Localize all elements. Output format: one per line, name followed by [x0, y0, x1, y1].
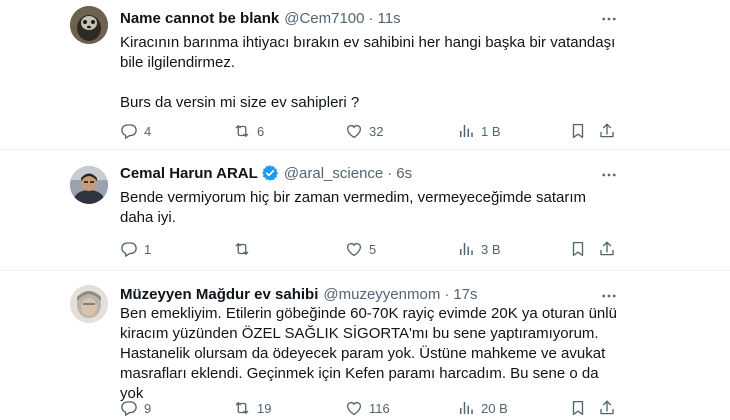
views-count: 20 B: [481, 400, 508, 416]
share-button[interactable]: [596, 238, 618, 260]
repost-icon: [233, 240, 251, 258]
share-icon: [598, 399, 616, 417]
more-icon: [600, 166, 618, 184]
like-icon: [345, 240, 363, 258]
tweet-line: Ben emekliyim. Etilerin göbeğinde 60-70K…: [120, 305, 617, 322]
tweet-line: Bende vermiyorum hiç bir zaman vermedim,…: [120, 189, 586, 206]
repost-icon: [233, 399, 251, 417]
avatar[interactable]: [70, 166, 108, 204]
tweet-header: Müzeyyen Mağdur ev sahibi @muzeyyenmom ·…: [120, 286, 478, 303]
like-icon: [345, 399, 363, 417]
user-handle[interactable]: @Cem7100: [284, 10, 364, 27]
repost-button[interactable]: [233, 238, 257, 260]
tweet-line: Burs da versin mi size ev sahipleri ?: [120, 94, 360, 111]
display-name[interactable]: Cemal Harun ARAL: [120, 165, 258, 182]
repost-button[interactable]: 6: [233, 120, 264, 142]
share-icon: [598, 240, 616, 258]
like-button[interactable]: 116: [345, 397, 390, 419]
timestamp[interactable]: 17s: [453, 286, 477, 303]
tweet-header: Cemal Harun ARAL @aral_science · 6s: [120, 164, 412, 182]
tweet[interactable]: Cemal Harun ARAL @aral_science · 6s Bend…: [0, 150, 730, 271]
share-icon: [598, 122, 616, 140]
views-button[interactable]: 3 B: [457, 238, 501, 260]
tweet-line: daha iyi.: [120, 209, 176, 226]
reply-count: 4: [144, 123, 152, 139]
reply-button[interactable]: 4: [120, 120, 151, 142]
tweet-text: Bende vermiyorum hiç bir zaman vermedim,…: [120, 188, 620, 228]
verified-badge-icon: [261, 165, 278, 181]
views-icon: [457, 399, 475, 417]
user-handle[interactable]: @muzeyyenmom: [323, 286, 440, 303]
reply-button[interactable]: 9: [120, 397, 151, 419]
avatar[interactable]: [70, 6, 108, 44]
like-count: 5: [369, 241, 377, 257]
avatar[interactable]: [70, 285, 108, 323]
like-icon: [345, 122, 363, 140]
share-button[interactable]: [596, 120, 618, 142]
display-name[interactable]: Name cannot be blank: [120, 10, 279, 27]
tweet-line: Hastanelik olursam da ödeyecek param yok…: [120, 345, 606, 362]
reply-icon: [120, 240, 138, 258]
reply-count: 9: [144, 400, 152, 416]
bookmark-icon: [569, 399, 587, 417]
separator-dot: ·: [444, 286, 450, 303]
tweet[interactable]: Name cannot be blank @Cem7100 · 11s Kira…: [0, 0, 730, 150]
action-bar: 9 19 116 20 B: [115, 397, 625, 419]
share-button[interactable]: [596, 397, 618, 419]
bookmark-icon: [569, 122, 587, 140]
bookmark-icon: [569, 240, 587, 258]
tweet-line: [120, 73, 620, 93]
display-name[interactable]: Müzeyyen Mağdur ev sahibi: [120, 286, 318, 303]
like-button[interactable]: 32: [345, 120, 383, 142]
more-button[interactable]: [598, 164, 620, 186]
tweet[interactable]: Müzeyyen Mağdur ev sahibi @muzeyyenmom ·…: [0, 271, 730, 420]
views-icon: [457, 122, 475, 140]
repost-count: 19: [257, 400, 272, 416]
more-icon: [600, 287, 618, 305]
timestamp[interactable]: 6s: [396, 165, 412, 182]
tweet-line: Kiracının barınma ihtiyacı bırakın ev sa…: [120, 34, 616, 51]
like-count: 116: [369, 400, 390, 416]
separator-dot: ·: [387, 164, 393, 182]
views-button[interactable]: 1 B: [457, 120, 501, 142]
bookmark-button[interactable]: [567, 238, 589, 260]
action-bar: 4 6 32 1 B: [115, 120, 625, 142]
views-count: 1 B: [481, 123, 501, 139]
like-count: 32: [369, 123, 384, 139]
action-bar: 1 5 3 B: [115, 238, 625, 260]
bookmark-button[interactable]: [567, 397, 589, 419]
tweet-text: Kiracının barınma ihtiyacı bırakın ev sa…: [120, 33, 620, 113]
more-button[interactable]: [598, 8, 620, 30]
reply-icon: [120, 399, 138, 417]
timestamp[interactable]: 11s: [378, 10, 401, 27]
views-button[interactable]: 20 B: [457, 397, 508, 419]
reply-button[interactable]: 1: [120, 238, 151, 260]
user-handle[interactable]: @aral_science: [284, 165, 383, 182]
tweet-line: kiracım yüzünden ÖZEL SAĞLIK SİGORTA'mı …: [120, 325, 599, 342]
tweet-text: Ben emekliyim. Etilerin göbeğinde 60-70K…: [120, 304, 625, 404]
views-icon: [457, 240, 475, 258]
reply-count: 1: [144, 241, 152, 257]
tweet-header: Name cannot be blank @Cem7100 · 11s: [120, 10, 401, 27]
repost-button[interactable]: 19: [233, 397, 271, 419]
reply-icon: [120, 122, 138, 140]
bookmark-button[interactable]: [567, 120, 589, 142]
repost-count: 6: [257, 123, 265, 139]
separator-dot: ·: [368, 10, 374, 27]
repost-icon: [233, 122, 251, 140]
tweet-line: bile ilgilendirmez.: [120, 54, 236, 71]
views-count: 3 B: [481, 241, 501, 257]
more-icon: [600, 10, 618, 28]
like-button[interactable]: 5: [345, 238, 376, 260]
